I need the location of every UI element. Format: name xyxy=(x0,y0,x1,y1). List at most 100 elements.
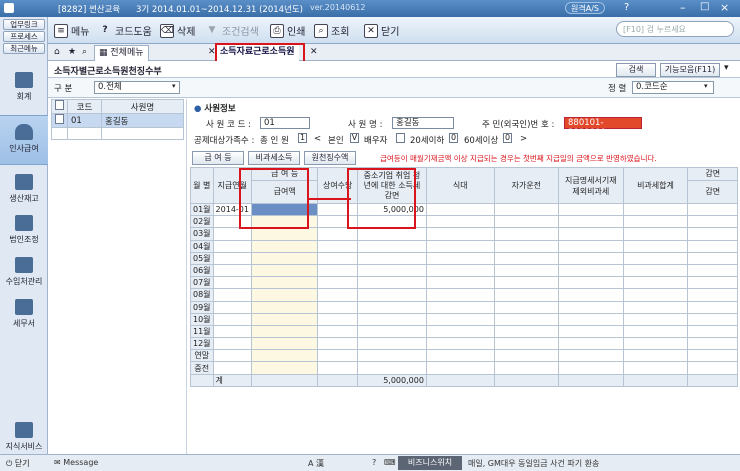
search-button[interactable]: 검색 xyxy=(616,63,656,77)
close-icon[interactable]: × xyxy=(720,1,729,14)
grid-cell[interactable] xyxy=(493,251,560,265)
sme-reduction-cell[interactable] xyxy=(357,227,427,241)
grid-cell[interactable] xyxy=(687,202,738,217)
grid-cell[interactable] xyxy=(687,300,738,314)
over60-count[interactable]: 0 xyxy=(503,133,512,143)
menu-button[interactable]: ≡ 메뉴 xyxy=(54,21,89,40)
grid-cell[interactable] xyxy=(317,288,359,302)
paydate-cell[interactable] xyxy=(212,239,252,253)
paydate-cell[interactable] xyxy=(212,227,252,241)
filter-dropdown-icon[interactable]: ▾ xyxy=(172,82,176,90)
grid-cell[interactable] xyxy=(493,263,560,278)
table-row[interactable]: 10월 xyxy=(190,312,738,326)
grid-cell[interactable] xyxy=(493,324,560,339)
grid-cell[interactable] xyxy=(622,202,689,217)
sme-reduction-cell[interactable] xyxy=(357,300,427,314)
delete-button[interactable]: ⌫ 삭제 xyxy=(160,21,195,40)
amount-cell[interactable] xyxy=(250,349,319,363)
nontax-tab-button[interactable]: 비과세소득 xyxy=(248,151,300,165)
grid-cell[interactable] xyxy=(425,263,495,278)
table-row[interactable]: 06월 xyxy=(190,263,738,278)
sme-reduction-cell[interactable] xyxy=(357,312,427,326)
under20-count[interactable]: 0 xyxy=(449,133,458,143)
grid-cell[interactable] xyxy=(622,251,689,265)
grid-cell[interactable] xyxy=(558,202,624,217)
grid-cell[interactable] xyxy=(493,349,560,363)
amount-cell[interactable] xyxy=(250,312,319,326)
self-checkbox[interactable]: V xyxy=(350,133,359,143)
ime-indicator[interactable]: A 漢 xyxy=(308,458,324,469)
table-row[interactable]: 12월 xyxy=(190,337,738,351)
view-button[interactable]: ⌕ 조회 xyxy=(314,21,349,40)
amount-cell[interactable] xyxy=(250,300,319,314)
grid-cell[interactable] xyxy=(622,239,689,253)
grid-cell[interactable] xyxy=(317,251,359,265)
row-checkbox[interactable] xyxy=(51,113,68,128)
paydate-cell[interactable] xyxy=(212,288,252,302)
sme-reduction-cell[interactable] xyxy=(357,349,427,363)
sme-reduction-cell[interactable] xyxy=(357,337,427,351)
grid-cell[interactable] xyxy=(558,239,624,253)
sort-select[interactable]: 0.코드순 xyxy=(632,81,714,94)
sme-reduction-cell[interactable] xyxy=(357,251,427,265)
table-row[interactable]: 연말 xyxy=(190,349,738,363)
grid-cell[interactable] xyxy=(558,263,624,278)
grid-cell[interactable] xyxy=(317,349,359,363)
sort-dropdown-icon[interactable]: ▾ xyxy=(704,82,708,90)
grid-cell[interactable] xyxy=(425,300,495,314)
grid-cell[interactable] xyxy=(493,312,560,326)
function-menu-button[interactable]: 기능모음(F11) xyxy=(660,63,720,77)
sme-reduction-cell[interactable] xyxy=(357,361,427,375)
grid-cell[interactable] xyxy=(317,361,359,375)
exit-button[interactable]: ⏻ 닫기 xyxy=(6,458,30,469)
paydate-cell[interactable] xyxy=(212,312,252,326)
paydate-cell[interactable] xyxy=(212,337,252,351)
grid-cell[interactable] xyxy=(687,227,738,241)
grid-cell[interactable] xyxy=(493,227,560,241)
grid-cell[interactable] xyxy=(425,202,495,217)
paydate-cell[interactable] xyxy=(212,251,252,265)
grid-cell[interactable] xyxy=(425,276,495,290)
grid-cell[interactable] xyxy=(687,251,738,265)
grid-cell[interactable] xyxy=(622,337,689,351)
grid-cell[interactable] xyxy=(493,202,560,217)
grid-cell[interactable] xyxy=(687,239,738,253)
grid-cell[interactable] xyxy=(493,239,560,253)
amount-cell[interactable] xyxy=(250,227,319,241)
grid-cell[interactable] xyxy=(425,227,495,241)
sme-reduction-cell[interactable] xyxy=(357,239,427,253)
table-row[interactable]: 01 홍길동 xyxy=(51,113,184,128)
table-row[interactable]: 04월 xyxy=(190,239,738,253)
keyboard-icon[interactable]: ⌨ xyxy=(384,458,396,467)
grid-cell[interactable] xyxy=(558,276,624,290)
grid-cell[interactable] xyxy=(425,324,495,339)
grid-cell[interactable] xyxy=(317,276,359,290)
grid-cell[interactable] xyxy=(425,337,495,351)
grid-cell[interactable] xyxy=(317,227,359,241)
grid-cell[interactable] xyxy=(687,324,738,339)
grid-cell[interactable] xyxy=(425,349,495,363)
close-screen-button[interactable]: ✕ 닫기 xyxy=(364,21,399,40)
grid-cell[interactable] xyxy=(558,215,624,229)
grid-cell[interactable] xyxy=(493,288,560,302)
grid-cell[interactable] xyxy=(558,349,624,363)
print-button[interactable]: ⎙ 인쇄 xyxy=(270,21,305,40)
grid-cell[interactable] xyxy=(425,239,495,253)
paydate-cell[interactable] xyxy=(212,300,252,314)
name-field[interactable]: 홍길동 xyxy=(392,117,454,129)
grid-cell[interactable] xyxy=(425,251,495,265)
splitter[interactable] xyxy=(186,99,187,454)
grid-cell[interactable] xyxy=(317,300,359,314)
grid-cell[interactable] xyxy=(558,312,624,326)
paydate-cell[interactable] xyxy=(212,361,252,375)
sme-reduction-cell[interactable] xyxy=(357,324,427,339)
grid-cell[interactable] xyxy=(558,300,624,314)
filter-select[interactable]: 0.전체 xyxy=(94,81,180,94)
grid-cell[interactable] xyxy=(493,215,560,229)
grid-cell[interactable] xyxy=(493,361,560,375)
resid-field[interactable]: 880101-2000000 xyxy=(564,117,642,138)
table-row[interactable]: 중전 xyxy=(190,361,738,375)
arrow-left-icon[interactable]: < xyxy=(314,134,321,144)
home-icon[interactable]: ⌂ xyxy=(50,45,64,61)
help-status-icon[interactable]: ? xyxy=(372,458,376,467)
